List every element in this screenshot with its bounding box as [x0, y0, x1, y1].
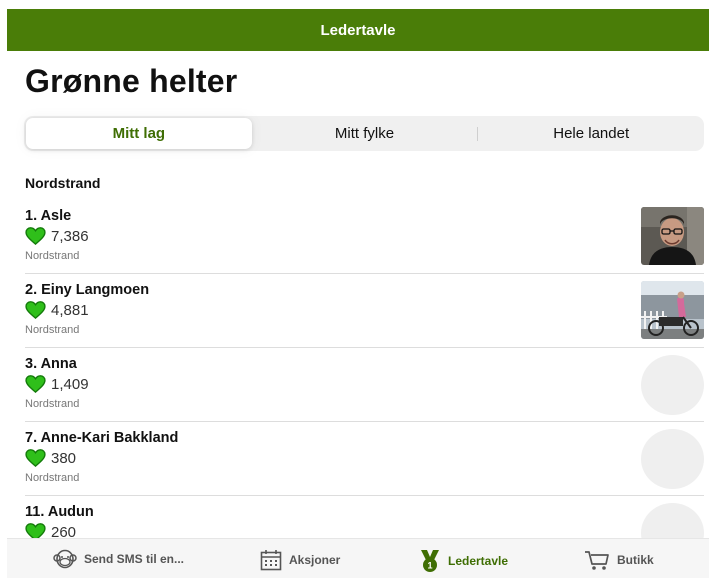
player-score: 4,881: [25, 301, 89, 319]
list-item[interactable]: 1. Asle 7,386 Nordstrand: [25, 200, 704, 274]
monkey-icon: [53, 549, 77, 569]
heart-icon: [25, 449, 46, 467]
player-name: 1. Asle: [25, 208, 72, 224]
section-title: Nordstrand: [25, 175, 101, 191]
avatar: [641, 281, 704, 339]
nav-label: Butikk: [617, 553, 654, 567]
heart-icon: [25, 227, 46, 245]
player-team: Nordstrand: [25, 324, 80, 336]
cart-icon: [585, 551, 609, 570]
tab-label: Hele landet: [553, 125, 630, 142]
leaderboard-list: 1. Asle 7,386 Nordstrand 2. Einy Langmoe…: [25, 200, 704, 569]
tab-mitt-lag[interactable]: Mitt lag: [26, 118, 252, 149]
player-score: 380: [25, 449, 76, 467]
player-score: 7,386: [25, 227, 89, 245]
heart-icon: [25, 301, 46, 319]
heart-icon: [25, 375, 46, 393]
player-name: 3. Anna: [25, 356, 77, 372]
score-value: 7,386: [51, 227, 89, 245]
list-item[interactable]: 3. Anna 1,409 Nordstrand: [25, 348, 704, 422]
score-value: 4,881: [51, 301, 89, 319]
avatar: [641, 207, 704, 265]
nav-aksjoner[interactable]: Aksjoner: [260, 549, 340, 571]
nav-label: Ledertavle: [448, 554, 509, 568]
avatar-placeholder: [641, 429, 704, 489]
player-score: 1,409: [25, 375, 89, 393]
tab-mitt-fylke[interactable]: Mitt fylke: [252, 118, 478, 149]
calendar-icon: [260, 550, 282, 571]
nav-send-sms[interactable]: Send SMS til en...: [53, 549, 184, 569]
player-name: 2. Einy Langmoen: [25, 282, 150, 298]
scope-segmented-control: Mitt lag Mitt fylke Hele landet: [24, 116, 704, 151]
svg-text:1: 1: [427, 561, 432, 571]
tab-label: Mitt lag: [112, 125, 166, 142]
top-app-bar: Ledertavle: [7, 9, 709, 51]
player-team: Nordstrand: [25, 398, 80, 410]
score-value: 1,409: [51, 375, 89, 393]
nav-label: Aksjoner: [289, 553, 341, 567]
nav-label: Send SMS til en...: [84, 552, 185, 566]
nav-butikk[interactable]: Butikk: [584, 549, 654, 571]
player-team: Nordstrand: [25, 250, 80, 262]
score-value: 380: [51, 449, 77, 467]
player-team: Nordstrand: [25, 472, 80, 484]
list-item[interactable]: 2. Einy Langmoen 4,881 Nordstrand: [25, 274, 704, 348]
tab-hele-landet[interactable]: Hele landet: [478, 118, 704, 149]
page-title: Grønne helter: [25, 63, 238, 99]
avatar-placeholder: [641, 355, 704, 415]
player-name: 11. Audun: [25, 504, 94, 520]
medal-icon: 1: [421, 550, 439, 572]
bottom-navigation: Send SMS til en... Aksjoner 1 Ledertavle: [7, 538, 709, 578]
list-item[interactable]: 7. Anne-Kari Bakkland 380 Nordstrand: [25, 422, 704, 496]
player-name: 7. Anne-Kari Bakkland: [25, 430, 179, 446]
nav-ledertavle[interactable]: 1 Ledertavle: [419, 549, 508, 573]
tab-label: Mitt fylke: [334, 125, 395, 142]
app-bar-title: Ledertavle: [320, 21, 396, 39]
